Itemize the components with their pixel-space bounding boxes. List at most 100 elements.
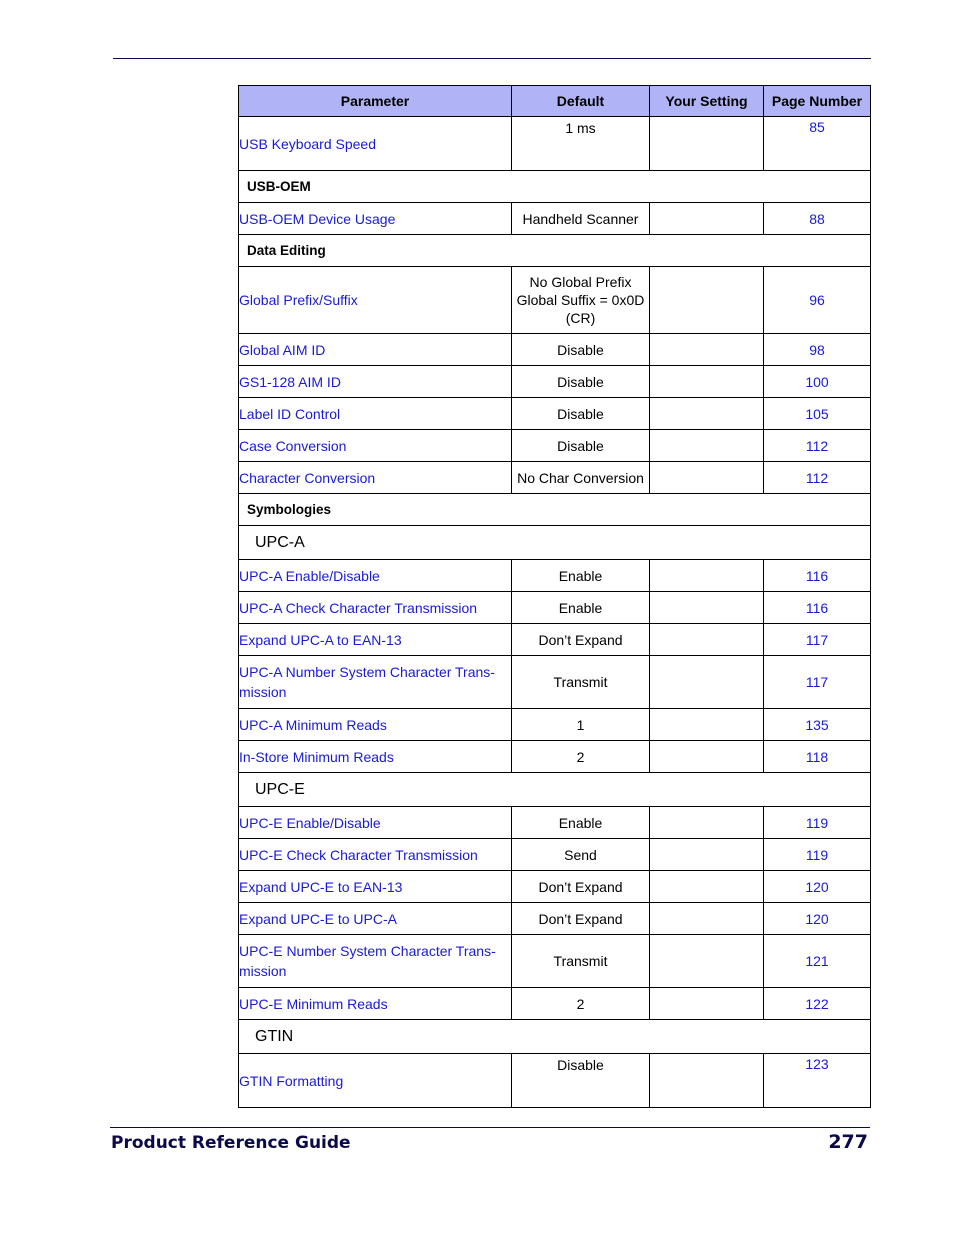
- table-row: UPC-A Check Character Transmission Enable…: [238, 591, 871, 624]
- parameter-link[interactable]: UPC-A Check Character Transmission: [238, 591, 512, 624]
- page-number-link[interactable]: 121: [763, 934, 871, 988]
- your-setting-field[interactable]: [649, 934, 764, 988]
- default-value: Send: [511, 838, 650, 871]
- your-setting-field[interactable]: [649, 333, 764, 366]
- parameter-link[interactable]: UPC-A Number System Character Trans-miss…: [238, 655, 512, 709]
- page-number-link[interactable]: 122: [763, 987, 871, 1020]
- parameter-link[interactable]: USB-OEM Device Usage: [238, 202, 512, 235]
- parameter-link[interactable]: GS1-128 AIM ID: [238, 365, 512, 398]
- page-number-link[interactable]: 117: [763, 655, 871, 709]
- parameter-link[interactable]: UPC-E Check Character Transmission: [238, 838, 512, 871]
- page-number-link[interactable]: 118: [763, 740, 871, 773]
- parameter-link[interactable]: Expand UPC-E to EAN-13: [238, 870, 512, 903]
- section-header-row: USB-OEM: [238, 170, 871, 203]
- table-row: UPC-A Enable/Disable Enable 116: [238, 559, 871, 592]
- your-setting-field[interactable]: [649, 559, 764, 592]
- column-header-default: Default: [511, 85, 650, 117]
- parameter-link[interactable]: UPC-E Enable/Disable: [238, 806, 512, 839]
- parameter-table: Parameter Default Your Setting Page Numb…: [238, 85, 871, 1108]
- parameter-link[interactable]: Case Conversion: [238, 429, 512, 462]
- page-number-link[interactable]: 116: [763, 559, 871, 592]
- parameter-link[interactable]: UPC-E Number System Character Trans-miss…: [238, 934, 512, 988]
- your-setting-field[interactable]: [649, 116, 764, 171]
- page-number-link[interactable]: 120: [763, 902, 871, 935]
- table-row: UPC-A Minimum Reads 1 135: [238, 708, 871, 741]
- subsection-header: UPC-A: [238, 525, 871, 560]
- table-row: Global Prefix/Suffix No Global Prefix Glob…: [238, 266, 871, 334]
- your-setting-field[interactable]: [649, 655, 764, 709]
- your-setting-field[interactable]: [649, 202, 764, 235]
- section-header-row: Symbologies: [238, 493, 871, 526]
- your-setting-field[interactable]: [649, 902, 764, 935]
- parameter-link[interactable]: Expand UPC-E to UPC-A: [238, 902, 512, 935]
- default-value: Transmit: [511, 934, 650, 988]
- page-number-link[interactable]: 85: [763, 116, 871, 171]
- default-value: Disable: [511, 397, 650, 430]
- your-setting-field[interactable]: [649, 623, 764, 656]
- page-number-link[interactable]: 100: [763, 365, 871, 398]
- your-setting-field[interactable]: [649, 987, 764, 1020]
- page-number-link[interactable]: 96: [763, 266, 871, 334]
- default-value: Transmit: [511, 655, 650, 709]
- table-row: USB Keyboard Speed 1 ms 85: [238, 116, 871, 171]
- page-number-link[interactable]: 112: [763, 461, 871, 494]
- parameter-link[interactable]: Label ID Control: [238, 397, 512, 430]
- page-number-link[interactable]: 112: [763, 429, 871, 462]
- page-number-link[interactable]: 88: [763, 202, 871, 235]
- page-number-link[interactable]: 98: [763, 333, 871, 366]
- default-value: Don’t Expand: [511, 902, 650, 935]
- page-number-link[interactable]: 119: [763, 838, 871, 871]
- your-setting-field[interactable]: [649, 266, 764, 334]
- table-row: UPC-E Minimum Reads 2 122: [238, 987, 871, 1020]
- parameter-link[interactable]: UPC-A Minimum Reads: [238, 708, 512, 741]
- table-row: Case Conversion Disable 112: [238, 429, 871, 462]
- table-row: Expand UPC-A to EAN-13 Don’t Expand 117: [238, 623, 871, 656]
- subsection-header-row: UPC-E: [238, 772, 871, 807]
- section-header: Data Editing: [238, 234, 871, 267]
- parameter-link[interactable]: Expand UPC-A to EAN-13: [238, 623, 512, 656]
- table-row: UPC-E Enable/Disable Enable 119: [238, 806, 871, 839]
- table-row: In-Store Minimum Reads 2 118: [238, 740, 871, 773]
- table-row: Global AIM ID Disable 98: [238, 333, 871, 366]
- your-setting-field[interactable]: [649, 1053, 764, 1108]
- page-number-link[interactable]: 116: [763, 591, 871, 624]
- your-setting-field[interactable]: [649, 397, 764, 430]
- page-number-link[interactable]: 123: [763, 1053, 871, 1108]
- subsection-header-row: UPC-A: [238, 525, 871, 560]
- your-setting-field[interactable]: [649, 708, 764, 741]
- section-header: Symbologies: [238, 493, 871, 526]
- table-header-row: Parameter Default Your Setting Page Numb…: [238, 85, 871, 117]
- your-setting-field[interactable]: [649, 365, 764, 398]
- your-setting-field[interactable]: [649, 591, 764, 624]
- parameter-link[interactable]: USB Keyboard Speed: [238, 116, 512, 171]
- page-number-link[interactable]: 135: [763, 708, 871, 741]
- default-value: 1 ms: [511, 116, 650, 171]
- your-setting-field[interactable]: [649, 461, 764, 494]
- parameter-link[interactable]: Global AIM ID: [238, 333, 512, 366]
- section-header-row: Data Editing: [238, 234, 871, 267]
- parameter-link[interactable]: GTIN Formatting: [238, 1053, 512, 1108]
- your-setting-field[interactable]: [649, 870, 764, 903]
- parameter-link[interactable]: Character Conversion: [238, 461, 512, 494]
- subsection-header: UPC-E: [238, 772, 871, 807]
- page-number-link[interactable]: 117: [763, 623, 871, 656]
- subsection-header: GTIN: [238, 1019, 871, 1054]
- parameter-link[interactable]: UPC-A Enable/Disable: [238, 559, 512, 592]
- your-setting-field[interactable]: [649, 838, 764, 871]
- page-number-link[interactable]: 105: [763, 397, 871, 430]
- parameter-link[interactable]: In-Store Minimum Reads: [238, 740, 512, 773]
- your-setting-field[interactable]: [649, 429, 764, 462]
- your-setting-field[interactable]: [649, 740, 764, 773]
- page-number-link[interactable]: 119: [763, 806, 871, 839]
- default-value: 2: [511, 740, 650, 773]
- column-header-page-number: Page Number: [763, 85, 871, 117]
- parameter-link[interactable]: UPC-E Minimum Reads: [238, 987, 512, 1020]
- page-number-link[interactable]: 120: [763, 870, 871, 903]
- table-row: USB-OEM Device Usage Handheld Scanner 88: [238, 202, 871, 235]
- table-row: Expand UPC-E to EAN-13 Don’t Expand 120: [238, 870, 871, 903]
- table-row: Expand UPC-E to UPC-A Don’t Expand 120: [238, 902, 871, 935]
- default-value: Disable: [511, 365, 650, 398]
- parameter-link[interactable]: Global Prefix/Suffix: [238, 266, 512, 334]
- column-header-parameter: Parameter: [238, 85, 512, 117]
- your-setting-field[interactable]: [649, 806, 764, 839]
